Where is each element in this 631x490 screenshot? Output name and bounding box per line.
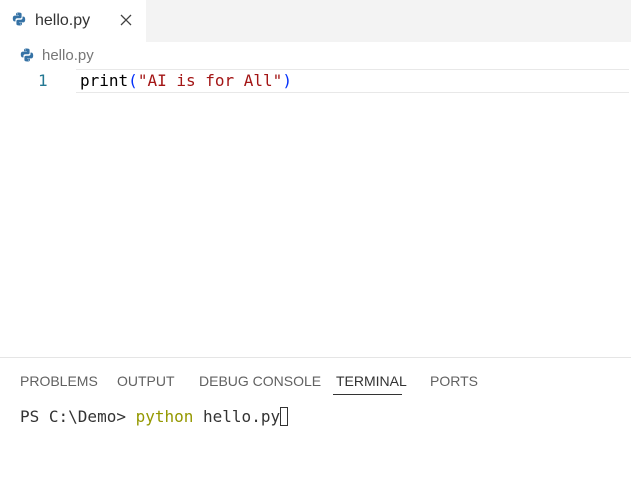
python-icon: [20, 48, 34, 67]
panel-tab-bar: PROBLEMS OUTPUT DEBUG CONSOLE TERMINAL P…: [0, 358, 631, 396]
terminal-prompt: PS C:\Demo>: [20, 407, 136, 426]
code-function-name: print: [80, 71, 129, 90]
tab-debug-console[interactable]: DEBUG CONSOLE: [199, 372, 321, 390]
code-editor[interactable]: 1 print("AI is for All"): [0, 69, 631, 93]
terminal-args: hello.py: [193, 407, 281, 426]
terminal-command: python: [135, 407, 194, 426]
python-icon: [12, 12, 26, 31]
tab-ports[interactable]: PORTS: [430, 372, 478, 390]
tab-problems[interactable]: PROBLEMS: [20, 372, 98, 390]
breadcrumb-file[interactable]: hello.py: [42, 47, 94, 65]
close-icon[interactable]: [117, 11, 135, 29]
code-open-paren: (: [128, 71, 138, 90]
editor-tab-bar: hello.py: [0, 0, 631, 42]
terminal-input-line[interactable]: PS C:\Demo> python hello.py: [20, 407, 289, 427]
tab-output[interactable]: OUTPUT: [117, 372, 175, 390]
terminal-cursor: [280, 407, 289, 426]
tab-terminal[interactable]: TERMINAL: [336, 372, 407, 390]
code-line[interactable]: print("AI is for All"): [80, 71, 292, 91]
breadcrumb: hello.py: [0, 44, 631, 68]
vscode-window: hello.py hello.py 1 print("AI is for All…: [0, 0, 631, 490]
active-tab-indicator: [333, 394, 402, 395]
line-number: 1: [38, 71, 48, 90]
tab-hello-py[interactable]: hello.py: [0, 0, 146, 42]
code-string: "AI is for All": [137, 71, 283, 90]
code-close-paren: ): [282, 71, 292, 90]
tab-label: hello.py: [35, 12, 91, 29]
bottom-panel: PROBLEMS OUTPUT DEBUG CONSOLE TERMINAL P…: [0, 357, 631, 490]
